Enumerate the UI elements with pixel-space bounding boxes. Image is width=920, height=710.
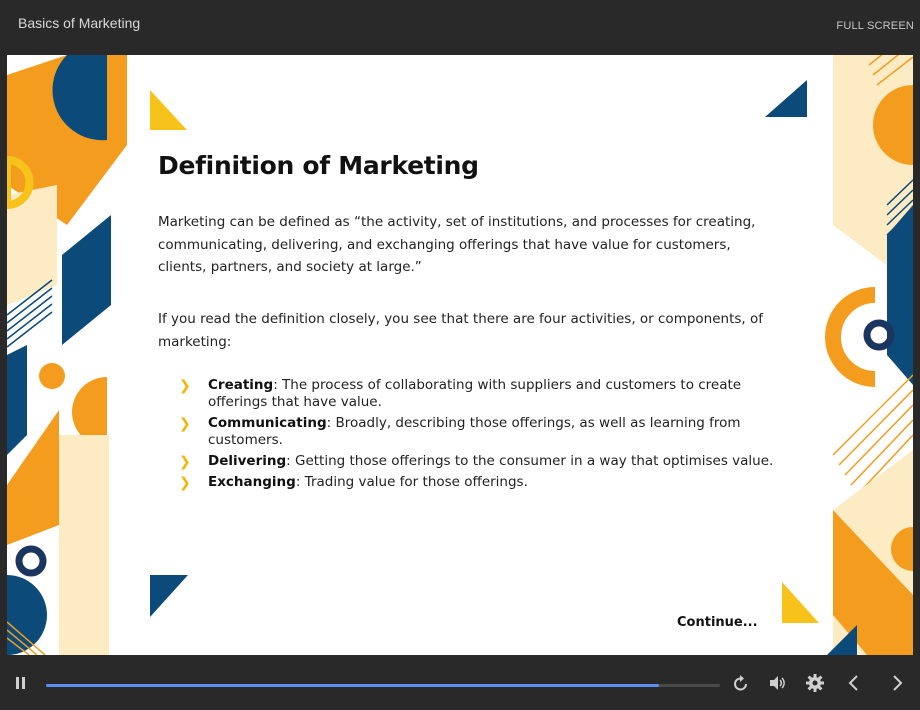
slide-canvas: Definition of Marketing Marketing can be… [7,55,913,655]
volume-icon[interactable] [768,673,788,698]
list-item: ❯ Delivering: Getting those offerings to… [179,453,799,470]
pause-icon[interactable] [14,673,28,698]
bullet-term: Creating [208,377,274,393]
list-item: ❯ Exchanging: Trading value for those of… [179,474,799,491]
chevron-right-icon: ❯ [179,454,191,470]
settings-icon[interactable] [805,673,825,698]
list-item: ❯ Communicating: Broadly, describing tho… [179,415,799,449]
next-icon[interactable] [889,673,905,698]
chevron-right-icon: ❯ [179,416,191,432]
progress-fill [46,684,660,687]
components-list: ❯ Creating: The process of collaborating… [179,377,799,495]
bullet-text: : Getting those offerings to the consume… [286,453,774,469]
top-bar: Basics of Marketing FULL SCREEN [0,0,920,55]
list-item: ❯ Creating: The process of collaborating… [179,377,799,411]
course-title: Basics of Marketing [18,15,141,31]
chevron-right-icon: ❯ [179,475,191,491]
slide-title: Definition of Marketing [158,151,479,180]
bullet-term: Communicating [208,415,327,431]
replay-icon[interactable] [732,673,750,698]
previous-icon[interactable] [846,673,862,698]
bullet-term: Delivering [208,453,287,469]
chevron-right-icon: ❯ [179,378,191,394]
bullet-text: : Trading value for those offerings. [295,474,528,490]
fullscreen-button[interactable]: FULL SCREEN [836,20,914,32]
continue-button[interactable]: Continue... [677,615,758,630]
components-intro-paragraph: If you read the definition closely, you … [158,311,764,350]
bullet-term: Exchanging [208,474,296,490]
bullet-text: : The process of collaborating with supp… [208,377,742,410]
progress-bar[interactable] [46,684,720,687]
definition-paragraph: Marketing can be defined as “the activit… [158,214,756,275]
player-controls [0,655,920,710]
slide-decoration [7,55,913,655]
